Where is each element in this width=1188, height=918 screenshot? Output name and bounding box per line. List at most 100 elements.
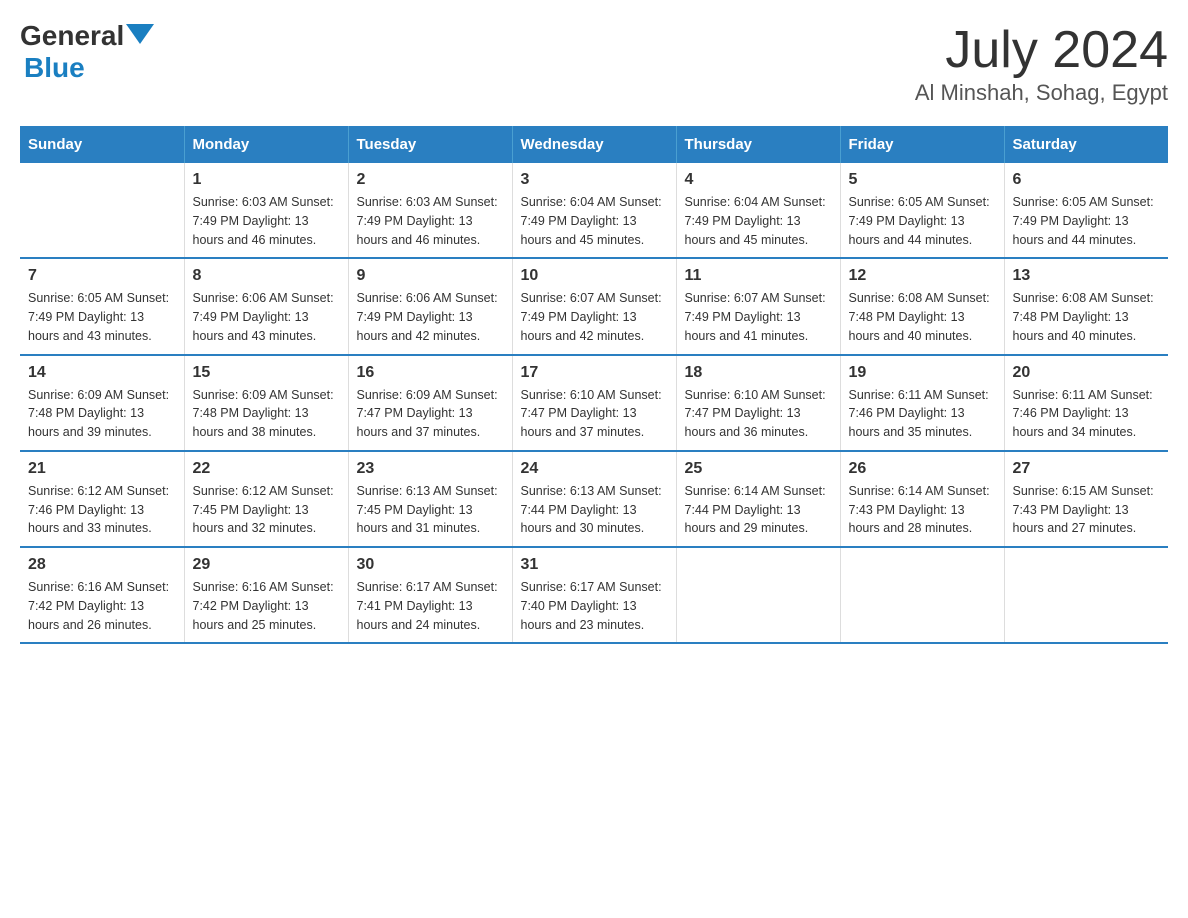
day-number: 27	[1013, 460, 1161, 478]
day-cell: 20 Sunrise: 6:11 AM Sunset: 7:46 PM Dayli…	[1004, 355, 1168, 451]
day-number: 5	[849, 171, 996, 189]
col-header-wednesday: Wednesday	[512, 126, 676, 163]
day-info: Sunrise: 6:15 AM Sunset: 7:43 PM Dayligh…	[1013, 482, 1161, 538]
day-cell: 17Sunrise: 6:10 AM Sunset: 7:47 PM Dayli…	[512, 355, 676, 451]
day-number: 28	[28, 556, 176, 574]
day-cell: 28 Sunrise: 6:16 AM Sunset: 7:42 PM Dayli…	[20, 547, 184, 643]
week-row-4: 21 Sunrise: 6:12 AM Sunset: 7:46 PM Dayli…	[20, 451, 1168, 547]
day-cell: 15 Sunrise: 6:09 AM Sunset: 7:48 PM Dayli…	[184, 355, 348, 451]
day-cell: 1 Sunrise: 6:03 AM Sunset: 7:49 PM Daylig…	[184, 163, 348, 258]
col-header-sunday: Sunday	[20, 126, 184, 163]
day-cell: 6 Sunrise: 6:05 AM Sunset: 7:49 PM Daylig…	[1004, 163, 1168, 258]
day-info: Sunrise: 6:07 AM Sunset: 7:49 PM Dayligh…	[521, 289, 668, 345]
day-number: 23	[357, 460, 504, 478]
day-cell: 22 Sunrise: 6:12 AM Sunset: 7:45 PM Dayli…	[184, 451, 348, 547]
day-number: 29	[193, 556, 340, 574]
logo-triangle-icon	[126, 24, 154, 44]
logo-blue-text: Blue	[24, 52, 154, 84]
calendar-table: SundayMondayTuesdayWednesdayThursdayFrid…	[20, 126, 1168, 644]
day-cell: 26 Sunrise: 6:14 AM Sunset: 7:43 PM Dayli…	[840, 451, 1004, 547]
day-info: Sunrise: 6:04 AM Sunset: 7:49 PM Dayligh…	[685, 193, 832, 249]
day-info: Sunrise: 6:06 AM Sunset: 7:49 PM Dayligh…	[357, 289, 504, 345]
day-number: 21	[28, 460, 176, 478]
day-cell: 31 Sunrise: 6:17 AM Sunset: 7:40 PM Dayli…	[512, 547, 676, 643]
day-cell: 2 Sunrise: 6:03 AM Sunset: 7:49 PM Daylig…	[348, 163, 512, 258]
day-info: Sunrise: 6:09 AM Sunset: 7:48 PM Dayligh…	[28, 386, 176, 442]
day-info: Sunrise: 6:10 AM Sunset: 7:47 PM Dayligh…	[685, 386, 832, 442]
day-cell: 24Sunrise: 6:13 AM Sunset: 7:44 PM Dayli…	[512, 451, 676, 547]
day-info: Sunrise: 6:03 AM Sunset: 7:49 PM Dayligh…	[357, 193, 504, 249]
day-number: 12	[849, 267, 996, 285]
day-number: 15	[193, 364, 340, 382]
day-info: Sunrise: 6:05 AM Sunset: 7:49 PM Dayligh…	[849, 193, 996, 249]
day-number: 31	[521, 556, 668, 574]
day-cell: 10 Sunrise: 6:07 AM Sunset: 7:49 PM Dayli…	[512, 258, 676, 354]
day-info: Sunrise: 6:17 AM Sunset: 7:41 PM Dayligh…	[357, 578, 504, 634]
day-cell: 30 Sunrise: 6:17 AM Sunset: 7:41 PM Dayli…	[348, 547, 512, 643]
day-number: 17	[521, 364, 668, 382]
day-number: 1	[193, 171, 340, 189]
day-cell: 7Sunrise: 6:05 AM Sunset: 7:49 PM Daylig…	[20, 258, 184, 354]
day-cell: 12 Sunrise: 6:08 AM Sunset: 7:48 PM Dayli…	[840, 258, 1004, 354]
day-info: Sunrise: 6:07 AM Sunset: 7:49 PM Dayligh…	[685, 289, 832, 345]
col-header-friday: Friday	[840, 126, 1004, 163]
day-number: 26	[849, 460, 996, 478]
day-number: 30	[357, 556, 504, 574]
day-cell: 21 Sunrise: 6:12 AM Sunset: 7:46 PM Dayli…	[20, 451, 184, 547]
day-info: Sunrise: 6:14 AM Sunset: 7:43 PM Dayligh…	[849, 482, 996, 538]
day-info: Sunrise: 6:09 AM Sunset: 7:47 PM Dayligh…	[357, 386, 504, 442]
day-cell: 5 Sunrise: 6:05 AM Sunset: 7:49 PM Daylig…	[840, 163, 1004, 258]
day-number: 4	[685, 171, 832, 189]
week-row-3: 14Sunrise: 6:09 AM Sunset: 7:48 PM Dayli…	[20, 355, 1168, 451]
day-cell: 8 Sunrise: 6:06 AM Sunset: 7:49 PM Daylig…	[184, 258, 348, 354]
calendar-header-row: SundayMondayTuesdayWednesdayThursdayFrid…	[20, 126, 1168, 163]
day-info: Sunrise: 6:17 AM Sunset: 7:40 PM Dayligh…	[521, 578, 668, 634]
col-header-monday: Monday	[184, 126, 348, 163]
week-row-1: 1 Sunrise: 6:03 AM Sunset: 7:49 PM Daylig…	[20, 163, 1168, 258]
day-info: Sunrise: 6:08 AM Sunset: 7:48 PM Dayligh…	[849, 289, 996, 345]
day-number: 8	[193, 267, 340, 285]
day-cell: 29 Sunrise: 6:16 AM Sunset: 7:42 PM Dayli…	[184, 547, 348, 643]
day-cell	[676, 547, 840, 643]
day-cell: 25Sunrise: 6:14 AM Sunset: 7:44 PM Dayli…	[676, 451, 840, 547]
day-info: Sunrise: 6:06 AM Sunset: 7:49 PM Dayligh…	[193, 289, 340, 345]
logo: General Blue	[20, 20, 154, 84]
day-number: 3	[521, 171, 668, 189]
day-cell: 19Sunrise: 6:11 AM Sunset: 7:46 PM Dayli…	[840, 355, 1004, 451]
day-cell: 14Sunrise: 6:09 AM Sunset: 7:48 PM Dayli…	[20, 355, 184, 451]
day-cell	[840, 547, 1004, 643]
day-number: 11	[685, 267, 832, 285]
day-info: Sunrise: 6:05 AM Sunset: 7:49 PM Dayligh…	[1013, 193, 1161, 249]
title-block: July 2024 Al Minshah, Sohag, Egypt	[915, 20, 1168, 106]
day-number: 10	[521, 267, 668, 285]
col-header-thursday: Thursday	[676, 126, 840, 163]
col-header-tuesday: Tuesday	[348, 126, 512, 163]
day-number: 6	[1013, 171, 1161, 189]
day-info: Sunrise: 6:12 AM Sunset: 7:46 PM Dayligh…	[28, 482, 176, 538]
day-info: Sunrise: 6:11 AM Sunset: 7:46 PM Dayligh…	[1013, 386, 1161, 442]
day-cell: 4 Sunrise: 6:04 AM Sunset: 7:49 PM Daylig…	[676, 163, 840, 258]
day-info: Sunrise: 6:12 AM Sunset: 7:45 PM Dayligh…	[193, 482, 340, 538]
day-info: Sunrise: 6:16 AM Sunset: 7:42 PM Dayligh…	[28, 578, 176, 634]
month-title: July 2024	[915, 20, 1168, 80]
day-number: 16	[357, 364, 504, 382]
day-number: 22	[193, 460, 340, 478]
day-cell: 27 Sunrise: 6:15 AM Sunset: 7:43 PM Dayli…	[1004, 451, 1168, 547]
day-cell: 9 Sunrise: 6:06 AM Sunset: 7:49 PM Daylig…	[348, 258, 512, 354]
week-row-5: 28 Sunrise: 6:16 AM Sunset: 7:42 PM Dayli…	[20, 547, 1168, 643]
day-cell: 23Sunrise: 6:13 AM Sunset: 7:45 PM Dayli…	[348, 451, 512, 547]
day-info: Sunrise: 6:09 AM Sunset: 7:48 PM Dayligh…	[193, 386, 340, 442]
day-number: 20	[1013, 364, 1161, 382]
day-info: Sunrise: 6:13 AM Sunset: 7:44 PM Dayligh…	[521, 482, 668, 538]
day-cell: 16 Sunrise: 6:09 AM Sunset: 7:47 PM Dayli…	[348, 355, 512, 451]
logo-general-text: General	[20, 20, 124, 52]
day-info: Sunrise: 6:16 AM Sunset: 7:42 PM Dayligh…	[193, 578, 340, 634]
day-cell: 3 Sunrise: 6:04 AM Sunset: 7:49 PM Daylig…	[512, 163, 676, 258]
day-number: 9	[357, 267, 504, 285]
col-header-saturday: Saturday	[1004, 126, 1168, 163]
day-number: 18	[685, 364, 832, 382]
day-number: 2	[357, 171, 504, 189]
day-info: Sunrise: 6:04 AM Sunset: 7:49 PM Dayligh…	[521, 193, 668, 249]
day-info: Sunrise: 6:03 AM Sunset: 7:49 PM Dayligh…	[193, 193, 340, 249]
day-cell	[20, 163, 184, 258]
